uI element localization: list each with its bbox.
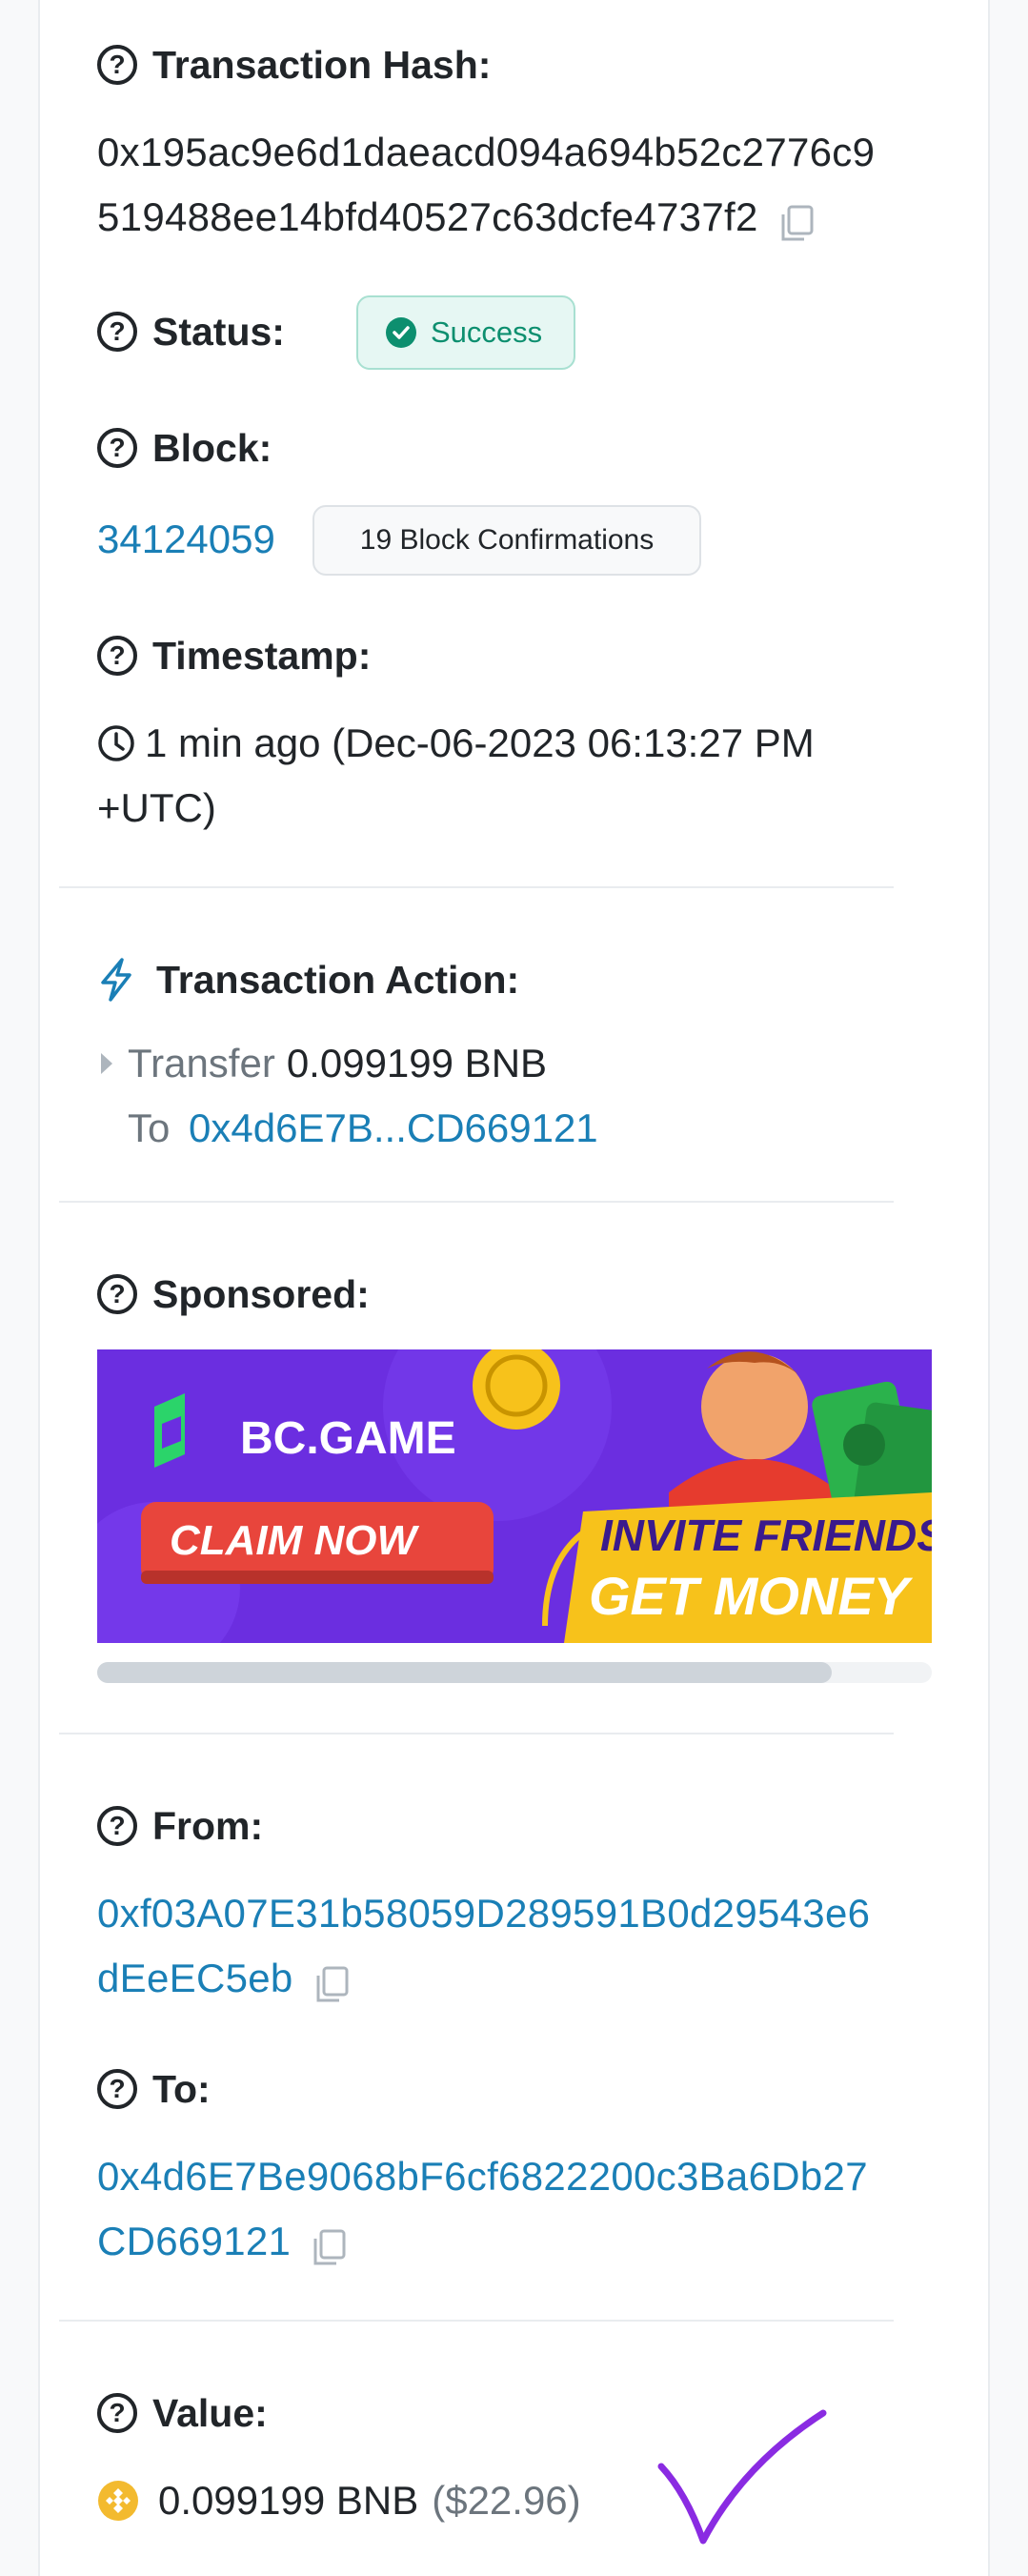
tx-hash-value: 0x195ac9e6d1daeacd094a694b52c2776c9 5194…: [97, 130, 876, 241]
copy-icon[interactable]: [776, 199, 817, 241]
bnb-icon: [97, 2480, 139, 2522]
divider: [59, 1201, 894, 1203]
checkmark-annotation-icon: [657, 2407, 829, 2560]
caret-right-icon[interactable]: [99, 1051, 114, 1076]
question-icon[interactable]: ?: [97, 45, 137, 85]
ad-scrollbar-thumb[interactable]: [97, 1662, 832, 1683]
divider: [59, 886, 894, 888]
transaction-action-label: Transaction Action:: [97, 957, 519, 1003]
timestamp-label: ? Timestamp:: [97, 633, 371, 679]
transaction-action-detail: Transfer 0.099199 BNB To 0x4d6E7B...CD66…: [99, 1031, 598, 1161]
question-icon[interactable]: ?: [97, 428, 137, 468]
divider: [59, 1733, 894, 1734]
question-icon[interactable]: ?: [97, 2069, 137, 2109]
from-label: ? From:: [97, 1803, 263, 1849]
block-label: ? Block:: [97, 425, 272, 471]
copy-icon[interactable]: [308, 2223, 350, 2265]
question-icon[interactable]: ?: [97, 1274, 137, 1314]
to-address-link[interactable]: 0x4d6E7B...CD669121: [189, 1105, 598, 1150]
from-address-link[interactable]: 0xf03A07E31b58059D289591B0d29543e6 dEeEC…: [97, 1881, 936, 2011]
divider: [59, 2320, 894, 2322]
to-address-link[interactable]: 0x4d6E7Be9068bF6cf6822200c3Ba6Db27 CD669…: [97, 2144, 936, 2274]
question-icon[interactable]: ?: [97, 1806, 137, 1846]
tx-hash-label: ? Transaction Hash:: [97, 42, 491, 88]
question-icon[interactable]: ?: [97, 2393, 137, 2433]
status-label: ? Status:: [97, 309, 285, 355]
ad-headline-2: GET MONEY: [589, 1566, 910, 1626]
ad-scrollbar-track[interactable]: [97, 1662, 932, 1683]
to-label: ? To:: [97, 2066, 211, 2112]
ad-headline-1: INVITE FRIENDS: [600, 1511, 932, 1560]
block-confirmations-badge: 19 Block Confirmations: [312, 505, 701, 576]
sponsored-ad-banner[interactable]: BC.GAME CLAIM NOW INVITE FRIENDS GET MON…: [97, 1349, 932, 1643]
ad-claim-button[interactable]: CLAIM NOW: [170, 1517, 416, 1565]
lightning-icon: [97, 958, 135, 1002]
value-label: ? Value:: [97, 2390, 268, 2436]
copy-icon[interactable]: [311, 1960, 353, 2002]
ad-brand: BC.GAME: [240, 1413, 456, 1464]
block-number-link[interactable]: 34124059: [97, 515, 275, 564]
question-icon[interactable]: ?: [97, 312, 137, 352]
value-amount: 0.099199 BNB ($22.96): [97, 2468, 581, 2533]
check-circle-icon: [385, 316, 417, 349]
clock-icon: [97, 724, 135, 762]
status-badge: Success: [356, 295, 575, 370]
timestamp-value: 1 min ago (Dec-06-2023 06:13:27 PM +UTC): [97, 720, 815, 830]
sponsored-label: ? Sponsored:: [97, 1271, 370, 1317]
question-icon[interactable]: ?: [97, 636, 137, 676]
